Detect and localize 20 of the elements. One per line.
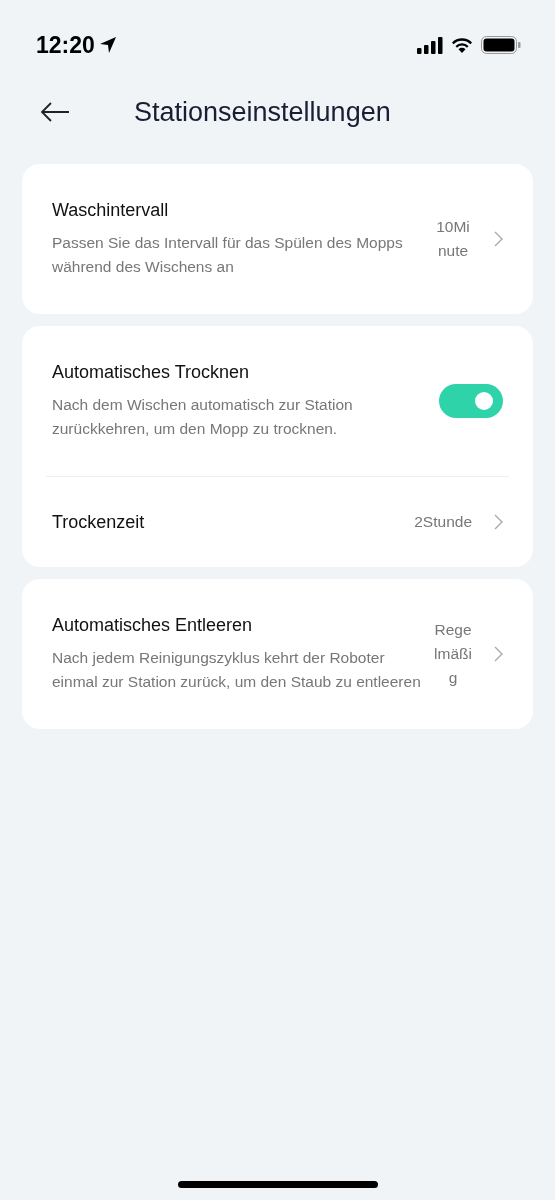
setting-value[interactable]: 10Minute	[434, 215, 472, 263]
chevron-right-icon[interactable]	[494, 231, 503, 247]
setting-value[interactable]: Regelmäßig	[434, 618, 472, 690]
chevron-right-icon[interactable]	[494, 646, 503, 662]
toggle-switch[interactable]	[439, 384, 503, 418]
setting-description: Passen Sie das Intervall für das Spülen des Mopps während des Wischens an	[52, 232, 404, 277]
setting-description: Nach dem Wischen automatisch zur Station zurückkehren, um den Mopp zu trocknen.	[52, 394, 354, 439]
setting-value[interactable]: 2Stunde	[414, 510, 472, 534]
setting-title: Automatisches Entleeren	[52, 614, 254, 636]
location-arrow-icon	[98, 36, 117, 54]
wifi-icon	[450, 36, 474, 54]
page-title: Stationseinstellungen	[134, 96, 391, 128]
setting-title: Automatisches Trocknen	[52, 361, 251, 383]
chevron-right-icon[interactable]	[494, 514, 503, 530]
battery-icon	[481, 36, 521, 54]
status-time: 12:20	[36, 31, 95, 59]
signal-icon	[417, 36, 443, 54]
setting-description: Nach jedem Reinigungszyklus kehrt der Roboter einmal zur Station zurück, um den Staub zu entleeren	[52, 647, 422, 692]
setting-title: Waschintervall	[52, 199, 170, 221]
setting-title: Trockenzeit	[52, 511, 146, 533]
